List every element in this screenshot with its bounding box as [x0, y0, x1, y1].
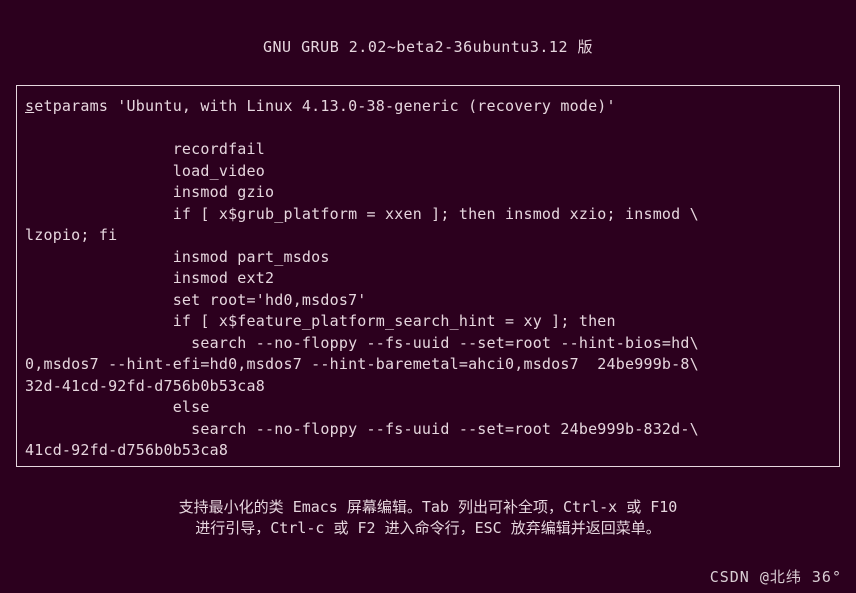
code-line-first-char: s — [25, 97, 34, 115]
grub-code[interactable]: setparams 'Ubuntu, with Linux 4.13.0-38-… — [25, 96, 833, 462]
grub-title: GNU GRUB 2.02~beta2-36ubuntu3.12 版 — [263, 38, 593, 56]
code-body: etparams 'Ubuntu, with Linux 4.13.0-38-g… — [25, 97, 699, 459]
grub-header: GNU GRUB 2.02~beta2-36ubuntu3.12 版 — [0, 0, 856, 73]
scroll-down-icon: ↓ — [839, 439, 840, 460]
watermark: CSDN @北纬 36° — [710, 566, 842, 587]
grub-editor[interactable]: setparams 'Ubuntu, with Linux 4.13.0-38-… — [16, 85, 840, 467]
help-line-2: 进行引导，Ctrl-c 或 F2 进入命令行，ESC 放弃编辑并返回菜单。 — [60, 518, 796, 539]
help-line-1: 支持最小化的类 Emacs 屏幕编辑。Tab 列出可补全项，Ctrl-x 或 F… — [60, 497, 796, 518]
help-text: 支持最小化的类 Emacs 屏幕编辑。Tab 列出可补全项，Ctrl-x 或 F… — [60, 497, 796, 539]
